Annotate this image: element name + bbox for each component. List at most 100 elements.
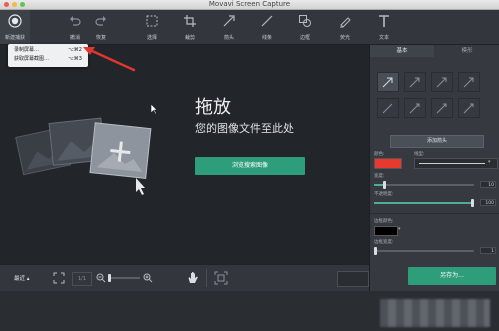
arrow-style-icon (436, 77, 447, 88)
opacity-label: 不透明度: (374, 192, 394, 197)
annotation-arrow-icon (83, 47, 136, 72)
select-tool-button[interactable]: 选择 (137, 10, 167, 44)
arrow-style-icon (382, 103, 393, 114)
border-width-value[interactable]: 1 (480, 247, 496, 254)
record-screen-label: 录制屏幕… (14, 47, 40, 53)
image-placeholder-icon (15, 117, 152, 195)
capture-dropdown-menu: 录制屏幕… ⌥⌘2 获取屏幕截图… ⌥⌘3 (8, 44, 88, 67)
color-picker[interactable] (374, 158, 402, 169)
shape-label: 边框 (299, 35, 310, 41)
add-arrow-button[interactable]: 添加箭头 (390, 135, 484, 148)
opacity-slider[interactable] (374, 199, 474, 207)
arrow-style-icon (436, 103, 447, 114)
color-label: 颜色: (374, 152, 385, 157)
line-icon (261, 15, 273, 27)
undo-icon (70, 16, 81, 26)
text-label: 文本 (378, 35, 389, 41)
shape-tool-button[interactable]: 边框 (290, 10, 320, 44)
text-tool-button[interactable]: 文本 (369, 10, 399, 44)
recent-button[interactable]: 最近 ▴ (14, 274, 30, 282)
new-capture-label: 新建捕获 (4, 35, 25, 41)
crop-tool-button[interactable]: 裁剪 (175, 10, 205, 44)
text-icon (379, 15, 389, 27)
line-type-label: 线型: (414, 152, 425, 157)
redo-button[interactable]: 恢复 (86, 10, 116, 44)
window-footer (0, 291, 499, 331)
save-as-button[interactable]: 另存为... (408, 267, 496, 285)
arrow-style-8[interactable] (458, 98, 480, 118)
chevron-down-icon: ▾ (398, 226, 401, 232)
toolbar-divider (206, 269, 207, 287)
arrow-style-7[interactable] (431, 98, 453, 118)
arrow-icon (223, 15, 235, 27)
recent-label: 最近 (14, 276, 26, 282)
line-label: 线条 (261, 35, 272, 41)
browse-images-button[interactable]: 浏览搜索图像 (195, 157, 305, 175)
width-value[interactable]: 10 (480, 181, 496, 188)
zoom-in-icon[interactable] (143, 273, 153, 283)
highlight-label: 荧光 (339, 35, 350, 41)
arrow-style-icon (463, 103, 474, 114)
arrow-style-1[interactable] (377, 72, 399, 92)
actual-size-button[interactable]: 1/1 (72, 272, 92, 286)
window-title: Movavi Screen Capture (208, 0, 291, 8)
width-slider-knob[interactable] (382, 181, 386, 189)
arrow-style-icon (382, 77, 393, 88)
arrow-style-6[interactable] (404, 98, 426, 118)
properties-panel: 基本 模形 添加箭头 颜色: 线型: ▾ 宽度: 10 不透明度: 100 边框… (369, 45, 499, 291)
crop-label: 裁剪 (184, 35, 195, 41)
arrow-style-5[interactable] (377, 98, 399, 118)
select-icon (146, 15, 158, 27)
tab-basic[interactable]: 基本 (370, 45, 434, 57)
arrow-style-2[interactable] (404, 72, 426, 92)
border-color-label: 边框颜色: (374, 219, 394, 224)
arrow-style-icon (409, 77, 420, 88)
arrow-style-icon (463, 77, 474, 88)
opacity-slider-knob[interactable] (471, 199, 474, 207)
zoom-out-icon[interactable] (96, 273, 106, 283)
select-label: 选择 (146, 35, 157, 41)
new-capture-button[interactable]: 新建捕获 (0, 10, 30, 44)
redo-icon (95, 16, 106, 26)
image-drop-area[interactable]: 拖放 您的图像文件至此处 浏览搜索图像 (0, 45, 369, 264)
arrow-tool-button[interactable]: 箭头 (214, 10, 244, 44)
highlight-tool-button[interactable]: 荧光 (330, 10, 360, 44)
drop-subheading: 您的图像文件至此处 (195, 122, 294, 135)
watermark-logo (380, 299, 490, 327)
fit-screen-icon[interactable] (53, 272, 65, 284)
line-tool-button[interactable]: 线条 (252, 10, 282, 44)
take-screenshot-label: 获取屏幕截图… (14, 56, 50, 62)
opacity-value[interactable]: 100 (480, 199, 496, 206)
tab-style[interactable]: 模形 (434, 45, 499, 57)
arrow-label: 箭头 (223, 35, 234, 41)
fit-frame-icon[interactable] (214, 271, 228, 285)
crop-icon (184, 15, 196, 27)
zoom-slider-knob[interactable] (108, 274, 111, 282)
record-screen-menu-item[interactable]: 录制屏幕… ⌥⌘2 (14, 46, 84, 55)
record-icon (8, 14, 22, 28)
border-width-slider-knob[interactable] (374, 247, 377, 255)
hand-pan-icon[interactable] (187, 271, 199, 284)
highlighter-icon (340, 17, 351, 28)
take-screenshot-menu-item[interactable]: 获取屏幕截图… ⌥⌘3 (14, 55, 84, 64)
bottom-bar: 最近 ▴ 1/1 (0, 264, 369, 292)
redo-label: 恢复 (95, 35, 106, 41)
title-bar: Movavi Screen Capture (0, 0, 499, 10)
border-width-label: 边框宽度: (374, 240, 394, 245)
arrow-style-4[interactable] (458, 72, 480, 92)
width-slider[interactable] (374, 181, 474, 189)
mouse-cursor-icon (150, 103, 158, 115)
width-label: 宽度: (374, 174, 385, 179)
toolbar: 新建捕获 撤消 恢复 选择 裁剪 箭头 线条 边框 荧光 文本 (0, 10, 499, 45)
arrow-style-icon (409, 103, 420, 114)
border-color-picker[interactable] (374, 226, 398, 236)
line-type-select[interactable]: ▾ (414, 158, 498, 169)
zoom-slider[interactable] (108, 274, 140, 282)
shape-icon (299, 15, 311, 27)
drop-heading: 拖放 (195, 97, 231, 118)
zoom-level-field[interactable] (337, 271, 369, 287)
line-type-preview (419, 163, 485, 164)
border-width-slider[interactable] (374, 247, 474, 255)
arrow-style-3[interactable] (431, 72, 453, 92)
opacity-slider-fill (374, 202, 474, 204)
